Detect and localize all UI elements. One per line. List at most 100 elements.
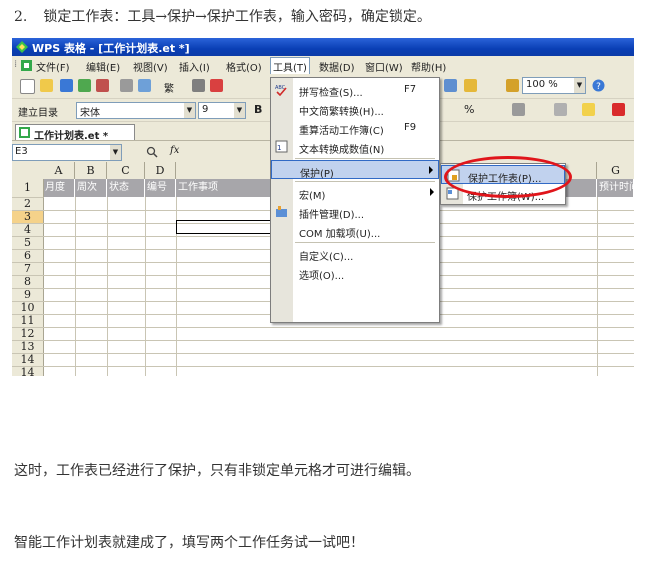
wps-logo-icon [16,41,28,53]
gridline [43,327,634,328]
decimal-icon[interactable] [512,103,525,116]
menu-item-label: 插件管理(D)... [299,210,365,221]
column-header-a[interactable]: A [43,162,75,180]
title-bar: WPS 表格 - [工作计划表.et *] [12,38,634,56]
name-box[interactable]: E3 ▼ [12,144,122,161]
percent-style-button[interactable]: % [464,103,474,116]
sort-icon[interactable] [444,79,457,92]
menu-edit[interactable]: 编辑(E) [86,59,120,74]
menu-help[interactable]: 帮助(H) [411,59,446,74]
menu-item-shortcut: F7 [404,84,417,95]
tools-menu: ABC 拼写检查(S)... F7 中文简繁转换(H)... 重算活动工作簿(C… [270,77,440,323]
menu-separator [295,158,435,159]
header-cell-month[interactable]: 月度 [43,179,75,197]
pdf-export-icon[interactable] [96,79,109,92]
gridline [43,340,634,341]
svg-text:?: ? [596,82,601,92]
menu-insert[interactable]: 插入(I) [179,59,210,74]
print-preview-icon[interactable] [138,79,151,92]
borders-icon[interactable] [554,103,567,116]
header-cell-estimated-time[interactable]: 预计时间 [597,179,634,197]
menu-format[interactable]: 格式(O) [226,59,262,74]
menu-item-macro[interactable]: 宏(M) [271,183,439,202]
menu-view[interactable]: 视图(V) [133,59,168,74]
traditional-chinese-button[interactable]: 繁 [164,80,174,95]
insert-function-button[interactable]: fx [170,145,179,156]
spell-check-icon: ABC [275,85,287,96]
menu-item-label: 文本转换成数值(N) [299,145,385,156]
print-icon[interactable] [120,79,133,92]
gridline [43,366,634,367]
menu-item-text-to-number[interactable]: 1 文本转换成数值(N) [271,137,439,156]
selected-cell-e3[interactable] [176,220,276,234]
menu-item-label: 拼写检查(S)... [299,88,363,99]
menu-item-customize[interactable]: 自定义(C)... [271,244,439,263]
menu-window[interactable]: 窗口(W) [365,59,403,74]
gridline [43,353,634,354]
new-document-icon[interactable] [20,79,35,94]
name-box-value: E3 [15,146,28,157]
menu-item-protect[interactable]: 保护(P) [271,160,439,180]
column-header-b[interactable]: B [75,162,107,180]
window-title: WPS 表格 - [工作计划表.et *] [32,42,190,55]
spreadsheet-file-icon [19,127,30,138]
menubar-grip: ⁞ [14,59,18,70]
chevron-down-icon[interactable]: ▼ [234,103,245,118]
zoom-formula-icon[interactable] [146,146,158,158]
share-icon[interactable] [78,79,91,92]
chevron-down-icon[interactable]: ▼ [574,78,585,93]
filter-icon[interactable] [464,79,477,92]
chevron-down-icon[interactable]: ▼ [110,145,121,160]
open-folder-icon[interactable] [40,79,53,92]
step-number: 2. [14,9,28,25]
select-all-corner[interactable] [12,162,44,180]
row-header[interactable]: 14 [12,367,44,376]
menu-item-com-addins[interactable]: COM 加载项(U)... [271,221,439,240]
font-name-value: 宋体 [80,108,100,119]
font-size-select[interactable]: 9 ▼ [198,102,246,119]
menu-item-label: 选项(O)... [299,271,345,282]
header-cell-status[interactable]: 状态 [107,179,145,197]
fill-color-icon[interactable] [582,103,595,116]
chart-icon[interactable] [506,79,519,92]
build-catalog-button[interactable]: 建立目录 [18,104,58,119]
annotation-highlight-circle [444,156,572,198]
copy-icon[interactable] [192,79,205,92]
header-cell-week[interactable]: 周次 [75,179,107,197]
cut-icon[interactable] [210,79,223,92]
plugin-icon [276,206,287,217]
chevron-down-icon[interactable]: ▼ [184,103,195,118]
help-icon[interactable]: ? [592,79,605,92]
menu-item-plugin-manager[interactable]: 插件管理(D)... [271,202,439,221]
menu-item-label: COM 加载项(U)... [299,229,381,240]
header-cell-number[interactable]: 编号 [145,179,176,197]
menu-item-label: 自定义(C)... [299,252,354,263]
menu-item-label: 中文简繁转换(H)... [299,107,384,118]
step-instruction: 2. 锁定工作表：工具→保护→保护工作表，输入密码，确定锁定。 [14,6,431,26]
menu-file[interactable]: 文件(F) [36,59,70,74]
column-header-g[interactable]: G [597,162,634,180]
zoom-value: 100 % [526,79,558,90]
row-header[interactable]: 1 [12,179,44,198]
menu-item-spell-check[interactable]: ABC 拼写检查(S)... F7 [271,80,439,99]
menu-item-shortcut: F9 [404,122,417,133]
row-header[interactable]: 14 [12,354,44,367]
zoom-select[interactable]: 100 % ▼ [522,77,586,94]
menu-item-label: 宏(M) [299,191,326,202]
menu-item-recalculate[interactable]: 重算活动工作簿(C) F9 [271,118,439,137]
font-size-value: 9 [202,104,209,115]
font-name-select[interactable]: 宋体 ▼ [76,102,196,119]
menu-bar: ⁞ 文件(F) 编辑(E) 视图(V) 插入(I) 格式(O) 工具(T) 数据… [12,56,634,76]
menu-data[interactable]: 数据(D) [319,59,355,74]
wps-screenshot: WPS 表格 - [工作计划表.et *] ⁞ 文件(F) 编辑(E) 视图(V… [12,38,634,376]
column-header-c[interactable]: C [107,162,145,180]
bold-button[interactable]: B [254,103,262,116]
column-header-d[interactable]: D [145,162,176,180]
menu-item-options[interactable]: 选项(O)... [271,263,439,282]
document-tab[interactable]: 工作计划表.et * [15,124,135,142]
menu-item-chinese-conversion[interactable]: 中文简繁转换(H)... [271,99,439,118]
font-color-icon[interactable] [612,103,625,116]
app-menu-icon[interactable] [21,60,32,71]
save-icon[interactable] [60,79,73,92]
step-text: 锁定工作表：工具→保护→保护工作表，输入密码，确定锁定。 [43,9,431,25]
